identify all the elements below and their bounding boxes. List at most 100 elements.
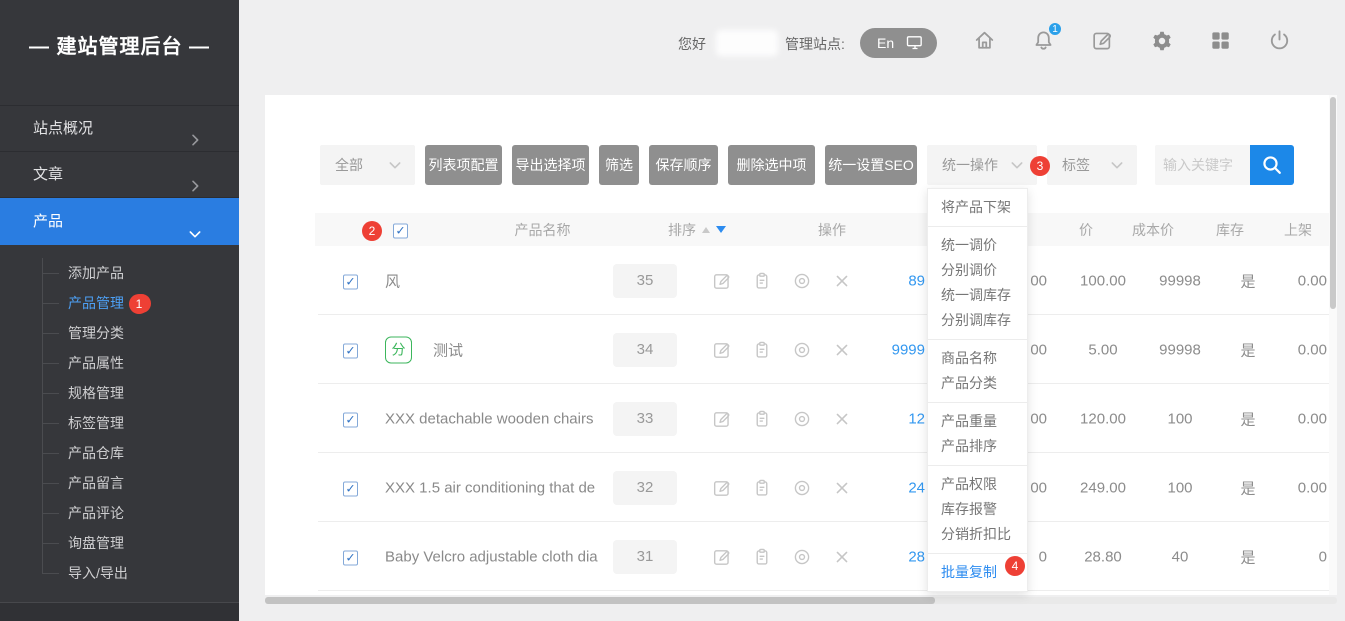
export-selected-button[interactable]: 导出选择项	[512, 145, 589, 185]
row-select-checkbox[interactable]: ✓	[343, 481, 358, 496]
copy-icon[interactable]	[751, 408, 773, 430]
copy-icon[interactable]	[751, 270, 773, 292]
list-config-button[interactable]: 列表项配置	[425, 145, 502, 185]
horizontal-scrollbar-track[interactable]	[265, 597, 1337, 604]
search-input[interactable]	[1155, 145, 1250, 185]
sort-asc-icon[interactable]	[702, 227, 710, 233]
preview-target-icon[interactable]	[791, 408, 813, 430]
edit-icon[interactable]	[711, 546, 733, 568]
stock-qty: 100	[1140, 410, 1220, 427]
submenu-product-management[interactable]: 产品管理1	[0, 288, 239, 318]
edit-icon[interactable]	[711, 408, 733, 430]
preview-target-icon[interactable]	[791, 546, 813, 568]
sidebar-item-articles[interactable]: 文章	[0, 151, 239, 197]
edit-icon[interactable]	[711, 339, 733, 361]
category-filter-dropdown[interactable]: 全部	[320, 145, 415, 185]
row-select-checkbox[interactable]: ✓	[343, 412, 358, 427]
sales-link[interactable]: 89	[825, 272, 925, 289]
table-row: ✓ 风 89 00 100.00 99998 是 0.00	[265, 246, 1337, 315]
submenu-spec-management[interactable]: 规格管理	[0, 378, 239, 408]
bulk-ops-dropdown[interactable]: 统一操作	[927, 145, 1037, 185]
vertical-scrollbar-thumb[interactable]	[1330, 97, 1336, 309]
submenu-tag-management[interactable]: 标签管理	[0, 408, 239, 438]
col-stock: 库存	[1190, 220, 1270, 240]
seo-settings-button[interactable]: 统一设置SEO	[825, 145, 917, 185]
select-all-checkbox[interactable]: ✓	[393, 223, 408, 238]
step-badge-3: 3	[1030, 156, 1050, 176]
product-name: XXX 1.5 air conditioning that de	[385, 479, 595, 496]
copy-icon[interactable]	[751, 546, 773, 568]
copy-icon[interactable]	[751, 477, 773, 499]
menu-item-stock-alert[interactable]: 库存报警	[928, 497, 1027, 522]
sales-link[interactable]: 24	[825, 479, 925, 496]
apps-grid-icon[interactable]	[1208, 28, 1233, 53]
preview-target-icon[interactable]	[791, 339, 813, 361]
search-icon	[1259, 152, 1285, 178]
copy-icon[interactable]	[751, 339, 773, 361]
preview-target-icon[interactable]	[791, 477, 813, 499]
submenu-product-warehouse[interactable]: 产品仓库	[0, 438, 239, 468]
submenu-product-attributes[interactable]: 产品属性	[0, 348, 239, 378]
sort-order-input[interactable]	[613, 333, 677, 367]
menu-item-product-weight[interactable]: 产品重量	[928, 409, 1027, 434]
sales-link[interactable]: 9999	[825, 341, 925, 358]
sidebar-item-site-overview[interactable]: 站点概况	[0, 105, 239, 151]
chevron-right-icon	[187, 121, 203, 137]
vertical-scrollbar-track[interactable]	[1329, 95, 1337, 595]
sidebar-menu: 站点概况 文章 产品	[0, 105, 239, 245]
edit-icon[interactable]	[711, 270, 733, 292]
chevron-down-icon	[1009, 157, 1025, 173]
sort-order-input[interactable]	[613, 264, 677, 298]
save-order-button[interactable]: 保存顺序	[649, 145, 718, 185]
menu-item-product-sort[interactable]: 产品排序	[928, 434, 1027, 459]
sort-order-input[interactable]	[613, 540, 677, 574]
product-name: 测试	[433, 339, 463, 360]
step-badge-1: 1	[129, 294, 149, 314]
row-select-checkbox[interactable]: ✓	[343, 343, 358, 358]
sales-link[interactable]: 28	[825, 548, 925, 565]
menu-item-unlist-products[interactable]: 将产品下架	[928, 195, 1027, 220]
sales-link[interactable]: 12	[825, 410, 925, 427]
menu-item-individual-stock[interactable]: 分别调库存	[928, 308, 1027, 333]
greeting-text: 您好	[678, 28, 706, 60]
filter-button[interactable]: 筛选	[599, 145, 639, 185]
col-product-name: 产品名称	[435, 220, 650, 240]
submenu-add-product[interactable]: 添加产品	[0, 258, 239, 288]
product-name: 风	[385, 270, 400, 291]
menu-item-product-category[interactable]: 产品分类	[928, 371, 1027, 396]
submenu-import-export[interactable]: 导入/导出	[0, 558, 239, 588]
edit-icon[interactable]	[711, 477, 733, 499]
manage-site-label: 管理站点:	[785, 28, 845, 60]
tag-filter-dropdown[interactable]: 标签	[1047, 145, 1137, 185]
submenu-manage-categories[interactable]: 管理分类	[0, 318, 239, 348]
preview-target-icon[interactable]	[791, 270, 813, 292]
menu-item-individual-price[interactable]: 分别调价	[928, 258, 1027, 283]
notifications-bell-icon[interactable]: 1	[1031, 28, 1056, 53]
edit-icon[interactable]	[1090, 28, 1115, 53]
submenu-product-reviews[interactable]: 产品评论	[0, 498, 239, 528]
horizontal-scrollbar-thumb[interactable]	[265, 597, 935, 604]
submenu-product-messages[interactable]: 产品留言	[0, 468, 239, 498]
sort-order-input[interactable]	[613, 471, 677, 505]
submenu-inquiry-management[interactable]: 询盘管理	[0, 528, 239, 558]
weight-value: 0.00	[1265, 272, 1327, 289]
menu-item-product-permission[interactable]: 产品权限	[928, 472, 1027, 497]
sort-desc-icon[interactable]	[716, 226, 726, 233]
row-select-checkbox[interactable]: ✓	[343, 274, 358, 289]
monitor-icon	[905, 33, 925, 53]
delete-selected-button[interactable]: 删除选中项	[728, 145, 815, 185]
chevron-right-icon	[187, 167, 203, 183]
menu-item-unified-price[interactable]: 统一调价	[928, 233, 1027, 258]
language-site-switcher[interactable]: En	[860, 28, 937, 58]
sidebar-item-products[interactable]: 产品	[0, 197, 239, 245]
cost-price: 120.00	[1055, 410, 1151, 427]
gear-icon[interactable]	[1149, 28, 1174, 53]
menu-item-distribution-discount[interactable]: 分销折扣比	[928, 522, 1027, 547]
power-icon[interactable]	[1267, 28, 1292, 53]
sort-order-input[interactable]	[613, 402, 677, 436]
home-icon[interactable]	[972, 28, 997, 53]
menu-item-product-name[interactable]: 商品名称	[928, 346, 1027, 371]
row-select-checkbox[interactable]: ✓	[343, 550, 358, 565]
menu-item-unified-stock[interactable]: 统一调库存	[928, 283, 1027, 308]
search-button[interactable]	[1250, 145, 1294, 185]
